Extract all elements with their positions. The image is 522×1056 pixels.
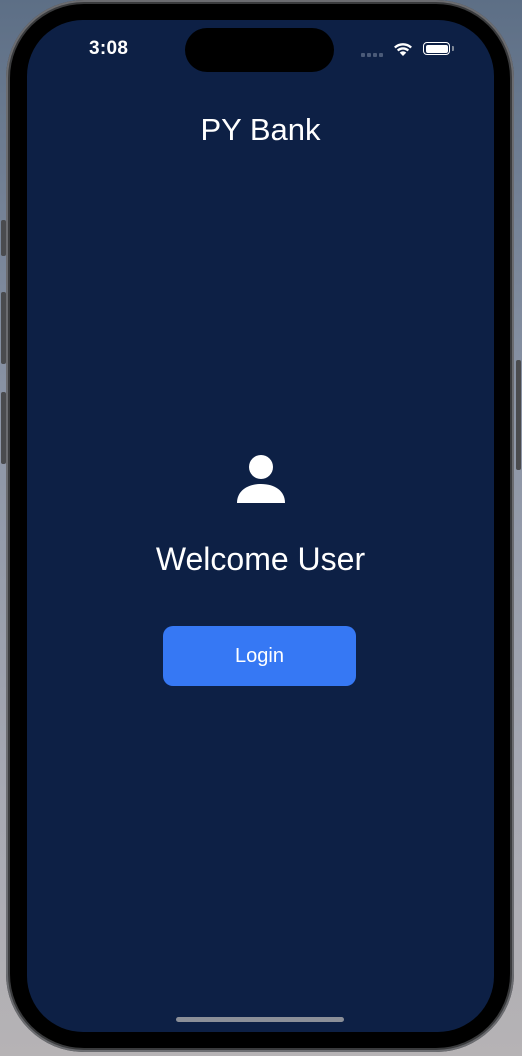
cellular-signal-icon [361, 53, 383, 57]
status-time: 3:08 [89, 38, 129, 59]
power-button [516, 360, 521, 470]
volume-down-button [1, 392, 6, 464]
volume-up-button [1, 292, 6, 364]
welcome-text: Welcome User [155, 541, 366, 577]
app-title: PY Bank [200, 112, 321, 147]
action-button [1, 220, 6, 256]
person-icon [237, 455, 285, 503]
battery-icon [423, 42, 450, 55]
home-indicator[interactable] [176, 1017, 344, 1022]
login-button[interactable]: Login [163, 626, 356, 686]
wifi-icon [394, 43, 412, 56]
battery-cap [452, 46, 454, 51]
app-screen: 3:08 PY Bank Welcome User Login [27, 20, 494, 1032]
dynamic-island [185, 28, 334, 72]
battery-level-fill [425, 44, 448, 53]
